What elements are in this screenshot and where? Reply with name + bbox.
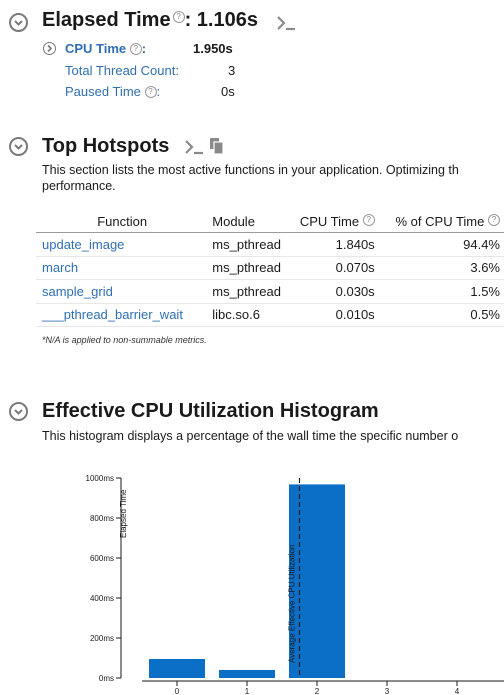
y-tick-label: 600ms [90,554,114,563]
module-cell: ms_pthread [208,232,291,257]
cpu-time-row: CPU Time ?: [65,41,146,56]
cpu-time-cell: 0.010s [290,303,379,327]
histogram-chart: 0ms 200ms 400ms 600ms 800ms 1000ms Elapsed Tim… [86,474,504,695]
help-icon[interactable]: ? [488,213,500,226]
y-tick-label: 400ms [90,594,114,603]
percent-cell: 94.4% [378,232,504,257]
cpu-time-value: 1.950s [193,41,233,56]
help-icon[interactable]: ? [362,213,375,226]
help-icon[interactable]: ? [144,86,157,98]
y-tick-label: 200ms [90,634,114,643]
hotspots-table: Function Module CPU Time ? % of CPU Time… [36,210,504,327]
hotspots-title: Top Hotspots [42,135,170,157]
percent-cell: 3.6% [378,256,504,280]
cpu-time-cell: 0.070s [290,256,379,280]
paused-time-value: 0s [221,84,235,99]
command-icon[interactable] [184,138,204,161]
copy-icon[interactable] [208,137,226,160]
y-tick-label: 1000ms [86,474,114,483]
module-cell: ms_pthread [208,256,291,280]
command-icon[interactable] [276,14,296,37]
x-tick-label: 3 [385,687,390,695]
y-tick-label: 800ms [90,514,114,523]
paused-time-colon: : [156,84,161,99]
expand-cpu-time-icon[interactable] [43,42,56,55]
collapse-elapsed-icon[interactable] [9,13,28,32]
function-link[interactable]: ___pthread_barrier_wait [36,303,209,327]
function-link[interactable]: march [36,256,209,280]
module-cell: ms_pthread [208,279,291,304]
cpu-time-colon: : [141,41,147,56]
column-header-cpu-time[interactable]: CPU Time ? [290,210,379,233]
histogram-bar-2 [289,484,345,678]
histogram-title: Effective CPU Utilization Histogram [42,400,379,422]
paused-time-row: Paused Time ?: [65,84,160,99]
table-row: update_image ms_pthread 1.840s 94.4% [36,232,504,257]
x-tick-label: 1 [245,687,250,695]
y-tick-label: 0ms [99,674,114,683]
elapsed-time-label: Elapsed Time [42,9,171,31]
help-icon[interactable]: ? [129,43,142,55]
elapsed-time-title: Elapsed Time?: 1.106s [42,9,258,32]
table-row: march ms_pthread 0.070s 3.6% [36,256,504,280]
percent-cell: 0.5% [378,303,504,327]
thread-count-value: 3 [228,63,236,78]
elapsed-time-value: : 1.106s [184,9,258,31]
help-icon[interactable]: ? [172,11,185,23]
column-header-function[interactable]: Function [36,210,208,233]
function-link[interactable]: sample_grid [36,279,209,304]
table-header-row: Function Module CPU Time ? % of CPU Time… [36,210,504,233]
table-row: sample_grid ms_pthread 0.030s 1.5% [36,279,504,304]
collapse-histogram-icon[interactable] [9,402,28,421]
cpu-time-cell: 0.030s [290,279,379,304]
cpu-time-cell: 1.840s [290,232,379,257]
y-axis-label: Elapsed Time [119,489,128,538]
x-tick-label: 4 [455,687,460,695]
hotspots-note: *N/A is applied to non-summable metrics. [42,335,207,345]
hotspots-description-line1: This section lists the most active funct… [42,163,459,177]
histogram-description: This histogram displays a percentage of … [42,429,459,443]
paused-time-label: Paused Time [65,84,141,99]
x-tick-label: 2 [315,687,320,695]
percent-cell: 1.5% [378,279,504,304]
column-header-percent[interactable]: % of CPU Time ? [379,210,504,233]
average-marker-label: Average Effective CPU Utilization [288,545,297,663]
collapse-hotspots-icon[interactable] [9,137,28,156]
histogram-bar-1 [219,670,275,678]
column-header-module[interactable]: Module [208,210,290,233]
module-cell: libc.so.6 [208,303,291,327]
hotspots-description-line2: performance. [42,179,116,193]
histogram-bar-0 [149,659,205,678]
cpu-time-label[interactable]: CPU Time [65,41,126,56]
table-row: ___pthread_barrier_wait libc.so.6 0.010s… [36,303,504,327]
x-tick-label: 0 [175,687,180,695]
function-link[interactable]: update_image [36,232,209,257]
thread-count-label: Total Thread Count: [65,63,179,78]
